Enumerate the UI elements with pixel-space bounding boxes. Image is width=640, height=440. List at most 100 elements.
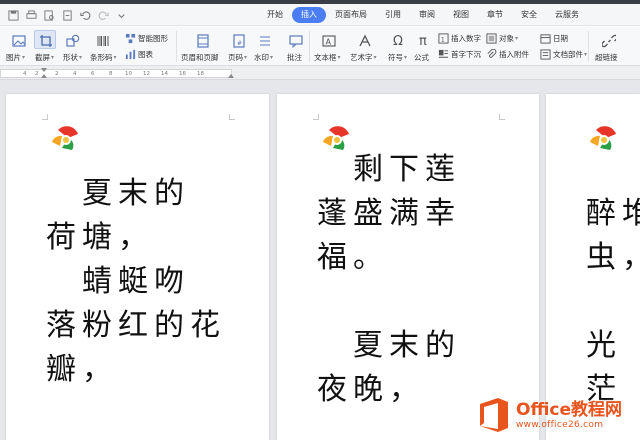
- insert-attachment-button[interactable]: 插入附件: [486, 49, 529, 60]
- hyperlink-button[interactable]: 超链接: [595, 52, 618, 63]
- chart-icon: [125, 49, 136, 60]
- chevron-down-icon: ▾: [113, 54, 117, 61]
- watermark-title: Office教程网: [516, 399, 623, 420]
- first-line-indent-marker[interactable]: [41, 68, 47, 72]
- symbol-icon[interactable]: Ω: [392, 32, 406, 49]
- quick-access-toolbar: [6, 7, 128, 23]
- screenshot-icon[interactable]: [39, 33, 53, 47]
- document-workspace[interactable]: 夏末的 荷塘， 蜻蜓吻 落粉红的花 瓣， 剩下莲 蓬盛满幸 福。 夏末的 夜晚，…: [0, 80, 640, 440]
- text-line: [317, 280, 461, 324]
- tab-cloud-service[interactable]: 云服务: [546, 7, 588, 23]
- chevron-down-icon: ▾: [244, 54, 248, 61]
- picture-icon[interactable]: [12, 33, 26, 47]
- barcode-button[interactable]: 条形码 ▾: [90, 52, 117, 63]
- tab-references[interactable]: 引用: [376, 7, 410, 23]
- document-page-2[interactable]: 剩下莲 蓬盛满幸 福。 夏末的 夜晚，: [277, 94, 539, 440]
- text-line: 剩下莲: [317, 152, 461, 187]
- ruler-scale: 4 2 2 4 6 8 10 12 14 16 18: [0, 69, 232, 78]
- page-3-text[interactable]: 醉堆 虫， 光 茫: [586, 192, 640, 412]
- ruler-label: 6: [91, 71, 95, 77]
- chevron-down-icon: ▾: [22, 54, 26, 61]
- object-button[interactable]: 对象 ▾: [486, 33, 518, 44]
- text-line: 福。: [317, 240, 389, 275]
- insert-number-button[interactable]: 1 插入数字: [438, 33, 481, 44]
- page-number-button[interactable]: 页码 ▾: [228, 52, 247, 63]
- drop-cap-button[interactable]: 首字下沉: [438, 49, 481, 60]
- document-page-1[interactable]: 夏末的 荷塘， 蜻蜓吻 落粉红的花 瓣，: [6, 94, 269, 440]
- page-2-text[interactable]: 剩下莲 蓬盛满幸 福。 夏末的 夜晚，: [317, 148, 461, 412]
- textbox-button[interactable]: 文本框 ▾: [314, 52, 341, 63]
- site-watermark: Office教程网 www.office26.com: [476, 394, 622, 436]
- hyperlink-icon[interactable]: [601, 33, 618, 48]
- text-line: 光: [586, 328, 622, 363]
- print-preview-icon[interactable]: [42, 8, 56, 22]
- text-line: 夏末的: [317, 328, 461, 363]
- textbox-icon[interactable]: A: [322, 33, 336, 47]
- text-line: 蓬盛满幸: [317, 196, 461, 231]
- chart-button[interactable]: 图表: [125, 49, 153, 60]
- tab-view[interactable]: 视图: [444, 7, 478, 23]
- formula-icon[interactable]: π: [417, 32, 431, 49]
- text-line: 瓣，: [46, 352, 118, 387]
- watermark-icon[interactable]: [258, 33, 272, 47]
- ribbon-separator: [176, 31, 177, 62]
- comment-icon[interactable]: [289, 33, 303, 49]
- formula-button[interactable]: 公式: [414, 52, 429, 63]
- left-indent-marker[interactable]: [41, 74, 47, 78]
- ruler-label: 16: [179, 71, 186, 77]
- ribbon-separator: [588, 31, 589, 62]
- horizontal-ruler[interactable]: 4 2 2 4 6 8 10 12 14 16 18: [0, 66, 640, 80]
- text-line: 夏末的: [46, 176, 190, 211]
- page-number-icon[interactable]: #: [232, 33, 246, 48]
- chevron-down-icon: ▾: [515, 35, 519, 42]
- tab-chapter[interactable]: 章节: [478, 7, 512, 23]
- chevron-down-icon: ▾: [337, 54, 341, 61]
- shapes-button[interactable]: 形状 ▾: [63, 52, 82, 63]
- right-indent-marker[interactable]: [228, 74, 234, 78]
- customize-chevron-icon[interactable]: [114, 8, 128, 22]
- svg-text:Ω: Ω: [393, 34, 403, 47]
- print-icon[interactable]: [24, 8, 38, 22]
- comment-button[interactable]: 批注: [287, 52, 302, 63]
- shapes-icon[interactable]: [66, 33, 80, 47]
- text-line: 醉堆: [586, 196, 640, 231]
- doc-parts-button[interactable]: 文档部件 ▾: [540, 49, 587, 60]
- wordart-button[interactable]: 艺术字 ▾: [350, 52, 377, 63]
- header-footer-button[interactable]: 页眉和页脚: [181, 52, 219, 63]
- svg-text:#: #: [237, 40, 242, 47]
- screenshot-button[interactable]: 截屏 ▾: [35, 52, 54, 63]
- watermark-button[interactable]: 水印 ▾: [254, 52, 273, 63]
- tab-insert[interactable]: 插入: [292, 7, 326, 23]
- save-icon[interactable]: [6, 8, 20, 22]
- page-1-text[interactable]: 夏末的 荷塘， 蜻蜓吻 落粉红的花 瓣，: [46, 172, 226, 392]
- symbol-button[interactable]: 符号 ▾: [388, 52, 407, 63]
- export-pdf-icon[interactable]: [60, 8, 74, 22]
- insert-number-icon: 1: [438, 33, 449, 44]
- tab-review[interactable]: 审阅: [410, 7, 444, 23]
- wordart-icon[interactable]: [358, 33, 372, 47]
- watermark-text: Office教程网 www.office26.com: [516, 400, 622, 431]
- svg-text:1: 1: [441, 35, 445, 43]
- date-button[interactable]: 日期: [540, 33, 568, 44]
- barcode-icon[interactable]: [96, 33, 110, 47]
- chevron-down-icon: ▾: [373, 54, 377, 61]
- ruler-label: 18: [197, 71, 204, 77]
- smart-art-icon: [125, 33, 136, 44]
- document-page-3[interactable]: 醉堆 虫， 光 茫: [546, 94, 640, 440]
- menu-bar: 开始 插入 页面布局 引用 审阅 视图 章节 安全 云服务: [0, 4, 640, 26]
- text-line: 蜻蜓吻: [46, 264, 190, 299]
- picture-button[interactable]: 图片 ▾: [6, 52, 25, 63]
- text-line: [586, 280, 640, 324]
- chevron-down-icon: ▾: [270, 54, 274, 61]
- text-line: 虫，: [586, 240, 640, 275]
- ribbon-insert: 智能图形 图表 # A Ω π 1 插入数字 首字下沉 对象 ▾ 插入附件 日期 文…: [0, 27, 640, 66]
- tab-security[interactable]: 安全: [512, 7, 546, 23]
- redo-icon[interactable]: [96, 8, 110, 22]
- undo-icon[interactable]: [78, 8, 92, 22]
- header-footer-icon[interactable]: [196, 33, 210, 48]
- smart-art-button[interactable]: 智能图形: [125, 33, 168, 44]
- menu-tabs: 开始 插入 页面布局 引用 审阅 视图 章节 安全 云服务: [258, 7, 588, 23]
- tab-home[interactable]: 开始: [258, 7, 292, 23]
- attachment-icon: [486, 49, 497, 60]
- tab-page-layout[interactable]: 页面布局: [326, 7, 376, 23]
